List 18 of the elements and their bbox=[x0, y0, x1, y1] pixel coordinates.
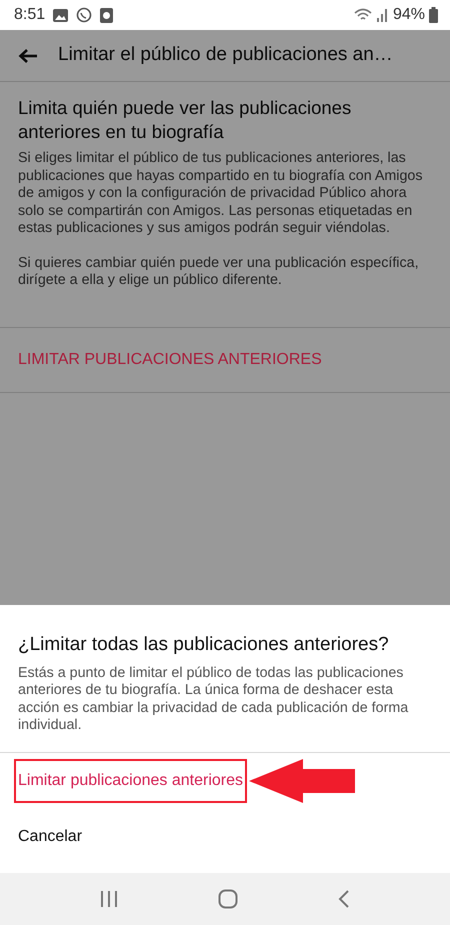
confirm-button[interactable]: Limitar publicaciones anteriores bbox=[14, 758, 247, 802]
description-text: Si eliges limitar el público de tus publicaciones anteriores, las publicaciones que hayas compartido en tu biografía con Amigos de amigos y con la configuración de privacidad Público ahora solo se compartirán con Amigos. Las personas etiquetadas en estas publicaciones y sus amigos podrán seguir viéndolas. bbox=[18, 150, 424, 238]
section-heading: Limita quién puede ver las publicaciones anteriores en tu biografía bbox=[18, 96, 352, 144]
recent-apps-icon[interactable] bbox=[100, 891, 118, 907]
page-title: Limitar el público de publicaciones an… bbox=[58, 43, 393, 68]
image-icon bbox=[53, 8, 68, 22]
description-text: Si quieres cambiar quién puede ver una publicación específica, dirígete a ella y elige un público diferente. bbox=[18, 254, 420, 290]
cancel-button[interactable]: Cancelar bbox=[14, 814, 86, 858]
back-nav-icon[interactable] bbox=[338, 890, 350, 908]
home-icon[interactable] bbox=[218, 889, 238, 909]
dialog-message: Estás a punto de limitar el público de todas las publicaciones anteriores de tu biografía. La única forma de deshacer esta acción es cambiar la privacidad de cada publicación de forma individual. bbox=[0, 664, 450, 752]
dialog-title: ¿Limitar todas las publicaciones anteriores? bbox=[17, 633, 390, 657]
battery-icon bbox=[429, 7, 438, 23]
back-icon[interactable] bbox=[18, 48, 38, 64]
battery-level: 94% bbox=[392, 5, 425, 25]
status-time: 8:51 bbox=[14, 5, 46, 25]
signal-icon bbox=[376, 8, 389, 22]
chat-icon bbox=[76, 7, 92, 23]
